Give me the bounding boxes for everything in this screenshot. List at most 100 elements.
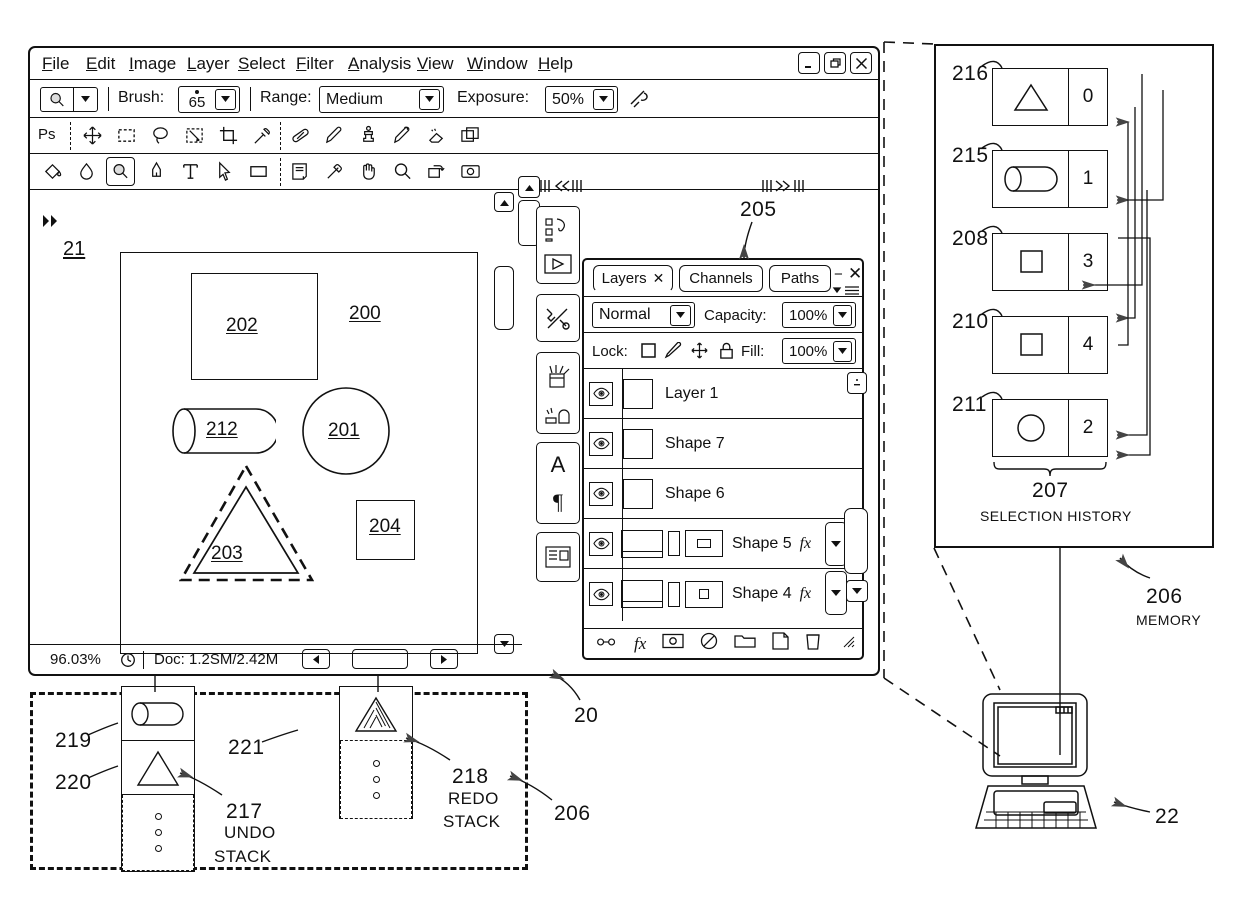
hand-tool-icon[interactable] <box>354 157 383 186</box>
type-tool-icon[interactable] <box>176 157 205 186</box>
notes-tool-icon[interactable] <box>286 157 315 186</box>
layer-fx-badge[interactable]: fx <box>800 535 812 553</box>
close-icon[interactable]: ✕ <box>653 270 665 287</box>
visibility-eye-icon[interactable] <box>589 481 613 506</box>
eyedropper-icon[interactable] <box>248 121 277 150</box>
camera-raw-icon[interactable] <box>456 157 485 186</box>
hscroll-left-button[interactable] <box>302 649 330 669</box>
link-layers-icon[interactable] <box>596 635 618 653</box>
menu-item-image[interactable]: Image <box>129 54 176 74</box>
quick-selection-icon[interactable] <box>180 121 209 150</box>
crop-tool-icon[interactable] <box>214 121 243 150</box>
new-group-icon[interactable] <box>734 633 756 654</box>
hscroll-thumb[interactable] <box>352 649 408 669</box>
layer-thumbnail[interactable] <box>621 529 663 558</box>
row-expander-shape4[interactable] <box>825 571 847 615</box>
dock-button-tool-presets[interactable] <box>536 294 580 342</box>
resize-grip-icon[interactable] <box>843 635 855 653</box>
visibility-eye-icon[interactable] <box>589 582 613 606</box>
eraser-tool-icon[interactable] <box>422 121 451 150</box>
minimize-button[interactable] <box>798 52 820 74</box>
hscroll-right-button[interactable] <box>430 649 458 669</box>
double-chevron-left-icon[interactable] <box>538 177 582 200</box>
airbrush-toggle-icon[interactable] <box>628 88 654 115</box>
eyedropper-alt-icon[interactable] <box>320 157 349 186</box>
close-button[interactable] <box>850 52 872 74</box>
dock-scroll-up-button[interactable] <box>518 176 540 198</box>
panel-minimize-button[interactable]: − <box>834 266 843 283</box>
menu-item-help[interactable]: Help <box>538 54 573 74</box>
table-row[interactable]: Shape 6 <box>584 469 862 519</box>
visibility-eye-icon[interactable] <box>589 531 613 556</box>
lasso-icon[interactable] <box>146 121 175 150</box>
dock-button-color-swatches[interactable] <box>536 206 580 284</box>
rectangular-marquee-icon[interactable] <box>112 121 141 150</box>
blend-mode-select[interactable]: Normal <box>592 302 695 328</box>
lock-all-icon[interactable] <box>718 341 735 365</box>
rectangle-shape-icon[interactable] <box>244 157 273 186</box>
canvas-scroll-thumb[interactable] <box>494 266 514 330</box>
brush-size-field[interactable]: 65 <box>178 86 240 113</box>
menu-item-analysis[interactable]: Analysis <box>348 54 411 74</box>
canvas-scroll-up-button[interactable] <box>494 192 514 212</box>
burn-tool-icon[interactable] <box>106 157 135 186</box>
brush-tool-icon[interactable] <box>320 121 349 150</box>
paint-bucket-icon[interactable] <box>38 157 67 186</box>
expand-arrows-icon[interactable] <box>42 214 62 233</box>
menu-item-select[interactable]: Select <box>238 54 285 74</box>
layer-thumbnail[interactable] <box>621 580 663 608</box>
duplicate-layer-icon[interactable] <box>456 121 485 150</box>
lock-image-icon[interactable] <box>664 341 683 364</box>
menu-item-view[interactable]: View <box>417 54 454 74</box>
scroll-up-button[interactable] <box>847 372 867 394</box>
layer-thumbnail[interactable] <box>623 478 653 509</box>
restore-button[interactable] <box>824 52 846 74</box>
layer-thumbnail[interactable] <box>623 428 653 459</box>
layer-fx-badge[interactable]: fx <box>800 585 812 603</box>
scroll-down-button[interactable] <box>846 580 868 602</box>
history-brush-icon[interactable] <box>388 121 417 150</box>
dock-button-layer-comps[interactable] <box>536 532 580 582</box>
fill-dropdown-button[interactable] <box>833 340 852 362</box>
delete-layer-icon[interactable] <box>805 632 821 655</box>
exposure-field[interactable]: 50% <box>545 86 618 113</box>
double-chevron-right-icon[interactable] <box>762 177 806 200</box>
path-selection-icon[interactable] <box>210 157 239 186</box>
table-row[interactable]: Shape 5 fx <box>584 519 862 569</box>
dock-button-character-paragraph[interactable]: A ¶ <box>536 442 580 524</box>
zoom-tool-icon[interactable] <box>388 157 417 186</box>
menu-item-filter[interactable]: Filter <box>296 54 334 74</box>
lock-position-icon[interactable] <box>690 341 709 365</box>
add-layer-style-icon[interactable]: fx <box>634 634 646 654</box>
pen-tool-icon[interactable] <box>142 157 171 186</box>
tab-layers[interactable]: Layers ✕ <box>593 265 673 292</box>
panel-close-button[interactable]: ✕ <box>848 264 862 284</box>
clone-stamp-icon[interactable] <box>354 121 383 150</box>
layer-mask-thumbnail[interactable] <box>685 580 723 608</box>
capacity-field[interactable]: 100% <box>782 302 856 328</box>
layer-thumbnail[interactable] <box>623 378 653 409</box>
capacity-dropdown-button[interactable] <box>833 304 852 326</box>
layers-list[interactable]: Layer 1 Shape 7 Shape 6 Shape 5 fx Shape… <box>584 369 862 621</box>
brush-dropdown-button[interactable] <box>215 89 236 110</box>
lock-transparent-icon[interactable] <box>640 342 657 364</box>
tool-preset-picker[interactable] <box>40 87 98 112</box>
range-select[interactable]: Medium <box>319 86 444 113</box>
layers-scroll-thumb[interactable] <box>844 508 868 574</box>
table-row[interactable]: Shape 7 <box>584 419 862 469</box>
adjustment-layer-icon[interactable] <box>700 632 718 655</box>
visibility-eye-icon[interactable] <box>589 431 613 456</box>
menu-item-edit[interactable]: Edit <box>86 54 115 74</box>
menu-item-layer[interactable]: Layer <box>187 54 230 74</box>
layer-mask-thumbnail[interactable] <box>685 530 723 557</box>
range-dropdown-button[interactable] <box>419 89 440 110</box>
visibility-eye-icon[interactable] <box>589 381 613 406</box>
canvas-area[interactable]: 21 202 200 212 201 203 204 96.03% Doc: 1… <box>30 190 522 674</box>
shape-triangle-203[interactable] <box>179 463 314 583</box>
menu-item-file[interactable]: File <box>42 54 69 74</box>
table-row[interactable]: Shape 4 fx <box>584 569 862 619</box>
blend-mode-dropdown-button[interactable] <box>670 304 691 326</box>
move-tool-icon[interactable] <box>78 121 107 150</box>
fill-field[interactable]: 100% <box>782 338 856 364</box>
new-layer-icon[interactable] <box>772 632 789 655</box>
